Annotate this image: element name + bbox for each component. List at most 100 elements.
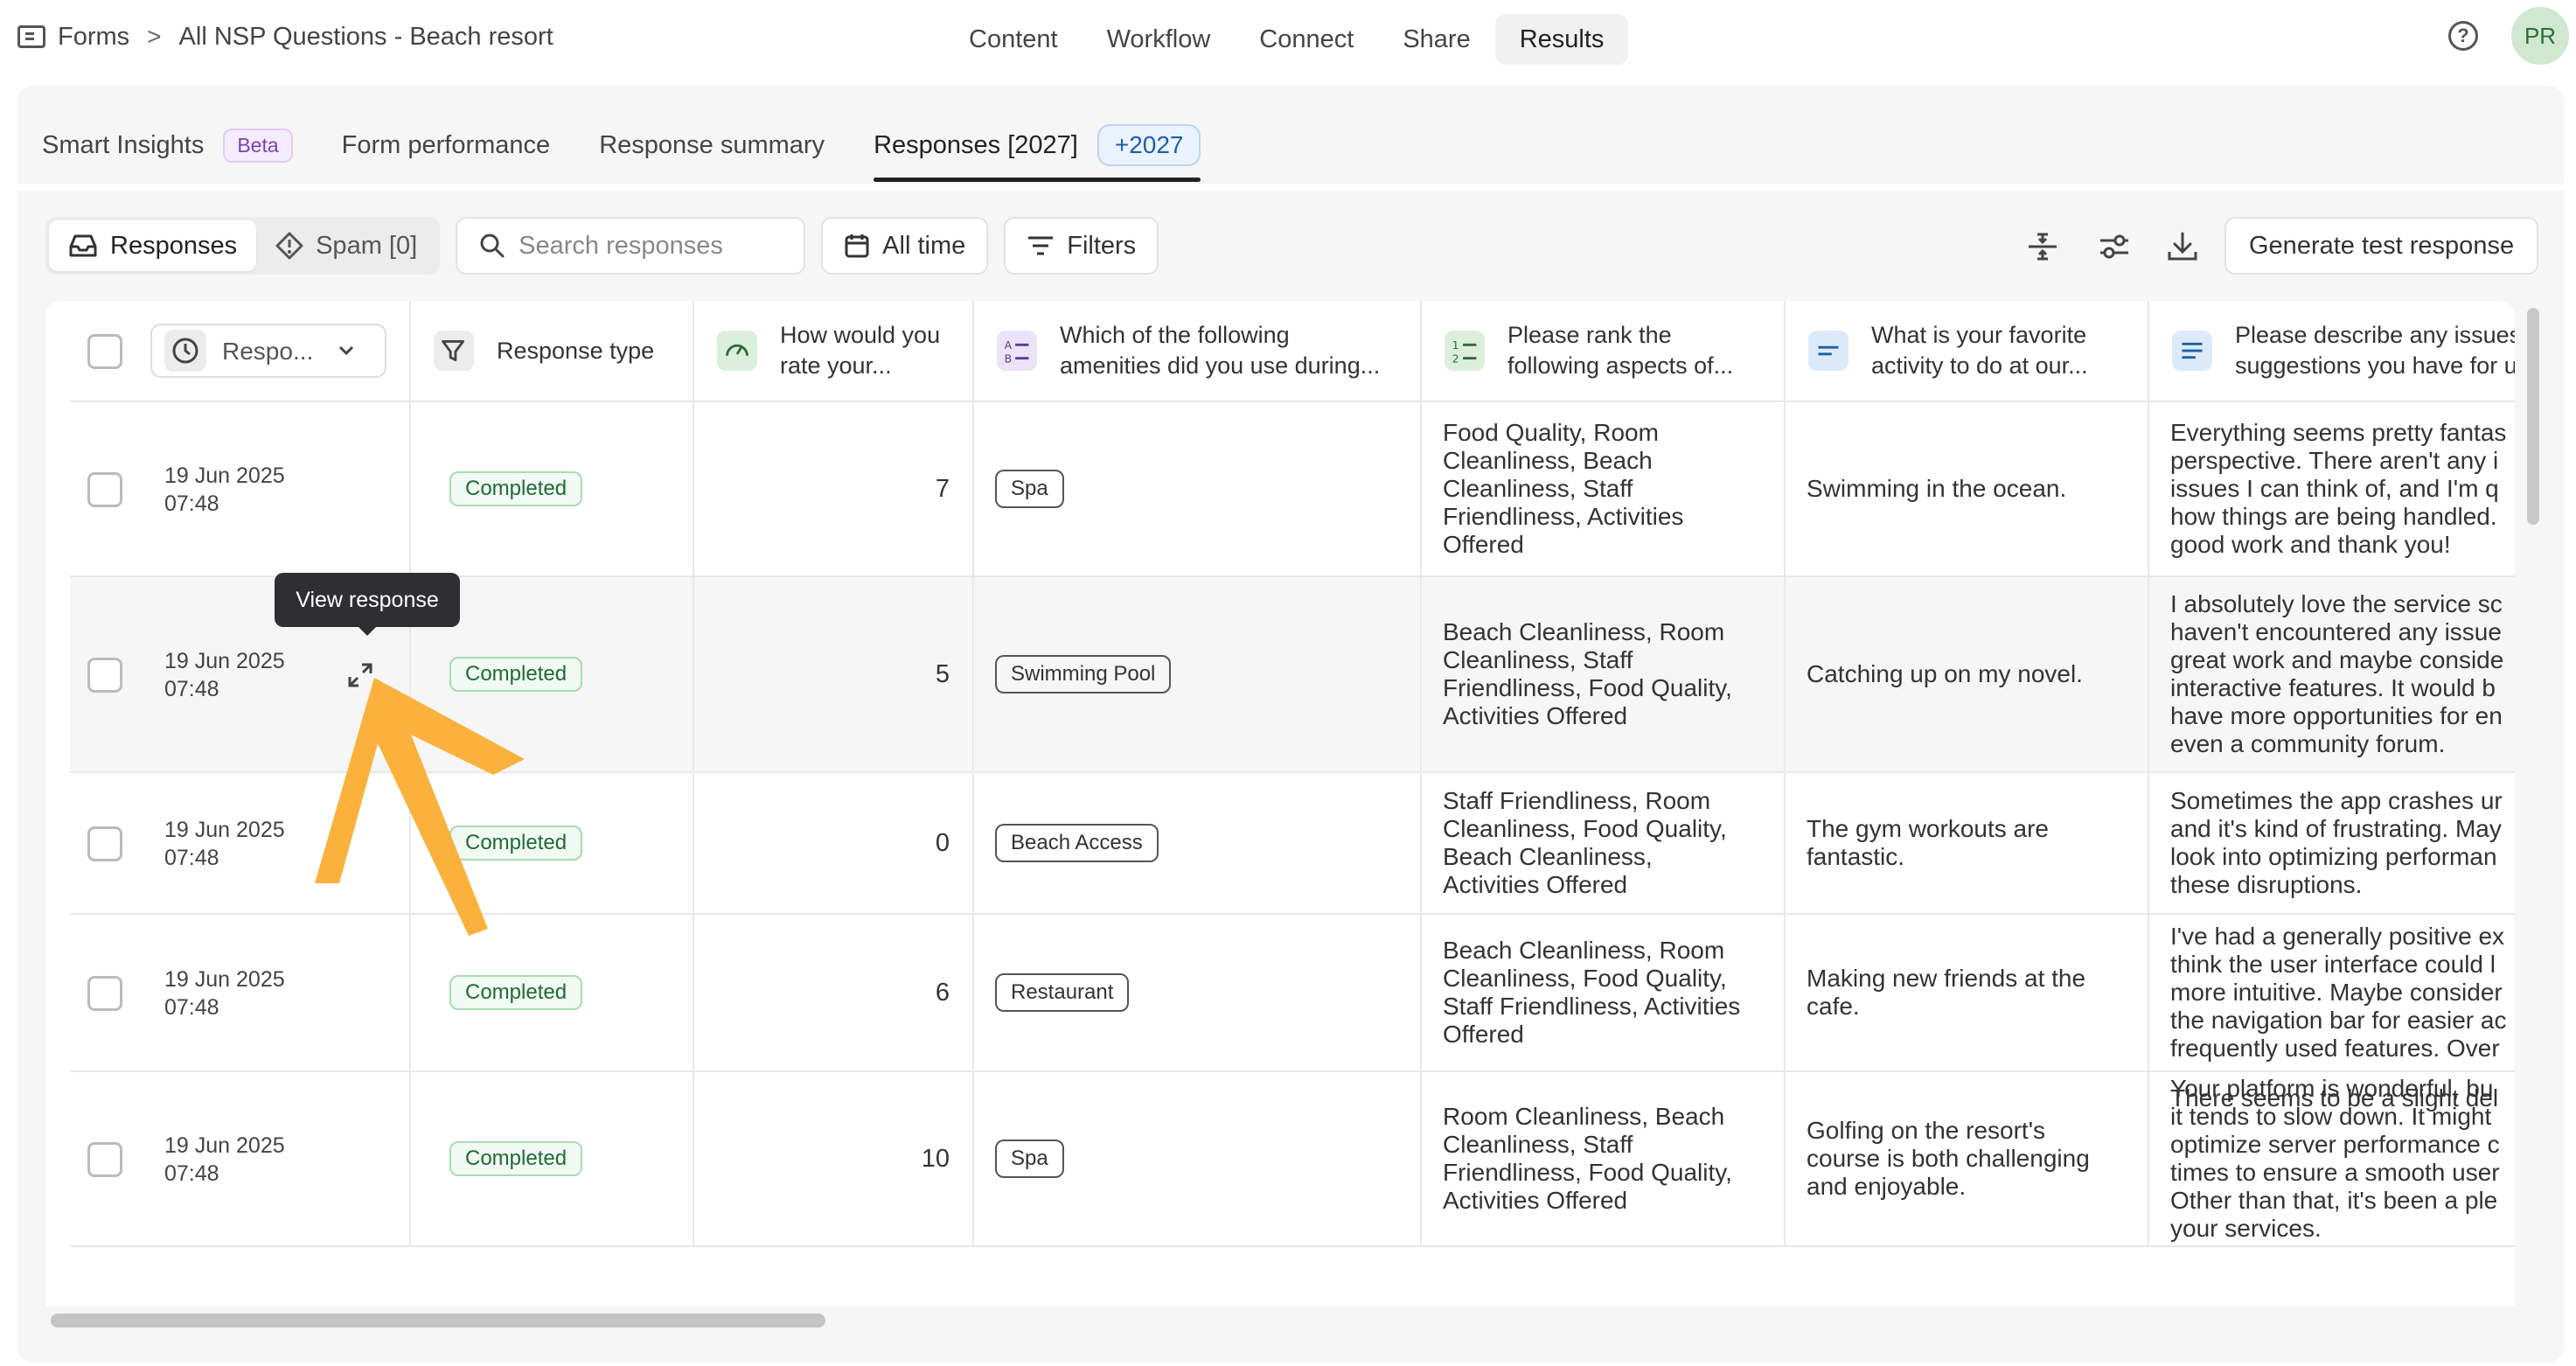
date-range-button[interactable]: All time	[821, 217, 989, 275]
nav-results[interactable]: Results	[1494, 14, 1629, 65]
amenity-tag: Swimming Pool	[995, 655, 1172, 693]
spam-warning-icon	[275, 232, 303, 260]
filters-label: Filters	[1067, 231, 1137, 260]
time-text: 07:48	[164, 491, 219, 516]
nav-content[interactable]: Content	[944, 14, 1083, 65]
tab-response-summary[interactable]: Response summary	[599, 103, 825, 187]
cell-text: I absolutely love the service sc haven't …	[2149, 590, 2503, 758]
row-checkbox[interactable]	[87, 658, 122, 693]
row-height-icon[interactable]	[2025, 229, 2060, 264]
time-text: 07:48	[164, 846, 219, 870]
empty-cell	[694, 1072, 974, 1247]
activity-header[interactable]: What is your favorite activity to do at o…	[1786, 301, 2149, 401]
row-checkbox[interactable]	[87, 976, 122, 1011]
nav-connect[interactable]: Connect	[1235, 14, 1378, 65]
text-line: interactive features. It would b	[2170, 674, 2496, 701]
tab-label: Smart Insights	[42, 130, 205, 159]
activity-cell: Catching up on my novel.	[1786, 577, 2149, 771]
row-checkbox[interactable]	[87, 826, 122, 861]
cell-text: Beach Cleanliness, Room Cleanliness, Food…	[1422, 937, 1761, 1049]
header-label-line: activity to do at our...	[1871, 352, 2088, 379]
text-line: cafe.	[1807, 993, 1860, 1020]
header-label-line: Response type	[497, 337, 655, 364]
response-type-header[interactable]: Response type	[411, 301, 694, 401]
amenities-header[interactable]: A B Which of the following amenities did yo…	[974, 301, 1422, 401]
annotation-arrow-icon	[315, 678, 525, 936]
text-line: Sometimes the app crashes ur	[2170, 787, 2503, 814]
nav-workflow[interactable]: Workflow	[1083, 14, 1236, 65]
text-line: Catching up on my novel.	[1807, 660, 2083, 687]
rank-cell: Food Quality, Room Cleanliness, Beach Clea…	[1422, 402, 1786, 575]
horizontal-scrollbar[interactable]	[51, 1314, 825, 1328]
gauge-icon	[717, 331, 757, 371]
filter-icon	[1028, 236, 1054, 255]
responses-view-button[interactable]: Responses	[49, 220, 257, 271]
header-label: Which of the following amenities did you …	[1060, 320, 1380, 381]
table-row[interactable]: 19 Jun 2025 07:48 Completed 7 Spa Food Qualit…	[70, 402, 2515, 577]
issues-cell: There seems to be a slight del	[2149, 1072, 2515, 1247]
date-text: 19 Jun 2025	[164, 818, 285, 842]
breadcrumb-forms[interactable]: Forms	[58, 23, 129, 52]
text-line: have more opportunities for en	[2170, 702, 2503, 729]
tab-form-performance[interactable]: Form performance	[342, 103, 551, 187]
rating-cell: 7	[694, 402, 974, 575]
issues-cell: I've had a generally positive ex think th…	[2149, 915, 2515, 1070]
funnel-icon	[434, 331, 474, 371]
select-all-checkbox[interactable]	[87, 334, 122, 369]
date-text: 19 Jun 2025	[164, 649, 285, 673]
rank-cell: Beach Cleanliness, Room Cleanliness, Staf…	[1422, 577, 1786, 771]
text-line: There seems to be a slight del	[2170, 1084, 2499, 1112]
avatar[interactable]: PR	[2511, 7, 2569, 65]
text-line: Beach Cleanliness, Room	[1443, 937, 1725, 964]
text-line: Food Quality, Room	[1443, 419, 1659, 446]
calendar-icon	[845, 234, 869, 258]
empty-cell	[974, 1072, 1422, 1247]
header-label-line: amenities did you use during...	[1060, 352, 1381, 379]
rank-cell: Staff Friendliness, Room Cleanliness, Foo…	[1422, 773, 1786, 913]
search-placeholder: Search responses	[519, 231, 723, 260]
row-checkbox[interactable]	[87, 472, 122, 507]
tab-label: Responses [2027]	[874, 130, 1078, 159]
text-line: perspective. There aren't any i	[2170, 447, 2499, 474]
settings-sliders-icon[interactable]	[2097, 229, 2132, 264]
header-label: Please rank the following aspects of...	[1507, 320, 1733, 381]
text-line: good work and thank you!	[2170, 531, 2451, 558]
header-label-line: Please rank the	[1507, 322, 1672, 348]
header-label-line: suggestions you have for u	[2235, 352, 2515, 379]
cell-text: Food Quality, Room Cleanliness, Beach Clea…	[1422, 419, 1704, 559]
tab-responses[interactable]: Responses [2027] +2027	[874, 103, 1201, 187]
text-line: the navigation bar for easier ac	[2170, 1007, 2507, 1034]
rank-cell: Beach Cleanliness, Room Cleanliness, Food…	[1422, 915, 1786, 1070]
rating-header[interactable]: How would you rate your...	[694, 301, 974, 401]
empty-cell	[1786, 1072, 2149, 1247]
issues-header[interactable]: Please describe any issues suggestions yo…	[2149, 301, 2515, 401]
spam-view-button[interactable]: Spam [0]	[256, 220, 436, 271]
header-label: What is your favorite activity to do at o…	[1871, 320, 2088, 381]
help-icon[interactable]: ?	[2448, 21, 2478, 51]
rank-header[interactable]: 1 2 Please rank the following aspects of...	[1422, 301, 1786, 401]
download-icon[interactable]	[2165, 229, 2200, 264]
sort-column-select[interactable]: Respo...	[150, 324, 386, 378]
header-label: Please describe any issues suggestions yo…	[2235, 320, 2515, 381]
responses-label: Responses	[110, 231, 238, 260]
submitted-date: 19 Jun 2025 07:48	[164, 647, 285, 703]
amenities-cell: Swimming Pool	[974, 577, 1422, 771]
text-line: haven't encountered any issue	[2170, 618, 2502, 645]
generate-test-response-button[interactable]: Generate test response	[2224, 217, 2539, 275]
vertical-scrollbar[interactable]	[2527, 308, 2539, 525]
search-input[interactable]: Search responses	[456, 217, 806, 275]
multiple-choice-icon: AB	[997, 331, 1037, 371]
long-text-icon	[2172, 331, 2212, 371]
issues-cell: I absolutely love the service sc haven't …	[2149, 577, 2515, 771]
rating-value: 0	[935, 828, 950, 857]
cell-text: Everything seems pretty fantas perspectiv…	[2149, 419, 2506, 559]
text-line: frequently used features. Over	[2170, 1035, 2500, 1062]
filters-button[interactable]: Filters	[1004, 217, 1159, 275]
tab-smart-insights[interactable]: Smart Insights Beta	[42, 103, 293, 187]
header-label: How would you rate your...	[780, 320, 940, 381]
header-label-line: rate your...	[780, 352, 892, 379]
table-row[interactable]: There seems to be a slight del	[70, 1072, 2515, 1247]
clock-icon	[164, 330, 206, 372]
text-line: Staff Friendliness, Activities	[1443, 993, 1741, 1020]
nav-share[interactable]: Share	[1378, 14, 1494, 65]
